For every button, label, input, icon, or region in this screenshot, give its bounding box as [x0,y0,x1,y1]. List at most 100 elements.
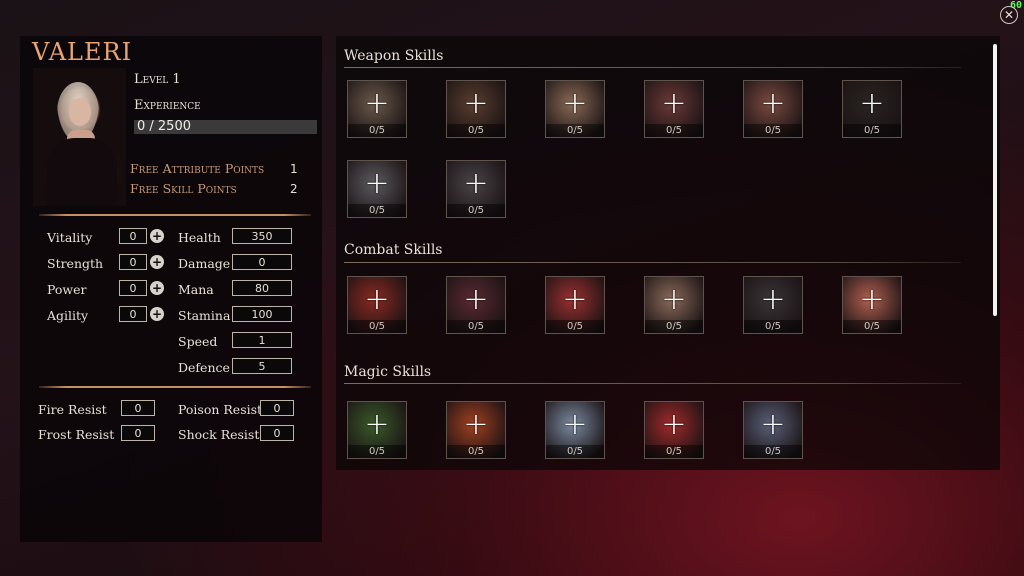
resist-label: Shock Resist [178,427,260,442]
skill-tile[interactable]: +0/5 [347,80,407,138]
attribute-label: Power [47,282,87,297]
increase-vitality-button[interactable]: + [150,229,164,243]
skill-tile[interactable]: +0/5 [644,80,704,138]
section-divider [344,262,961,263]
skill-tile[interactable]: +0/5 [446,401,506,459]
attribute-value: 0 [119,228,147,244]
close-icon[interactable]: ✕ [1000,6,1018,24]
free-attribute-points-label: Free Attribute Points [130,161,265,176]
section-divider [344,67,961,68]
resist-value: 0 [121,400,155,416]
skill-tile[interactable]: +0/5 [446,276,506,334]
free-skill-points-value: 2 [290,182,298,196]
skill-level-count: 0/5 [348,320,406,333]
character-panel: VALERI Level 1 Experience 0 / 2500 Free … [20,36,322,542]
stat-label: Health [178,230,221,245]
plus-icon: + [463,166,489,201]
increase-strength-button[interactable]: + [150,255,164,269]
section-divider [344,383,961,384]
stat-value: 1 [232,332,292,348]
skill-level-count: 0/5 [744,320,802,333]
skill-level-count: 0/5 [447,204,505,217]
plus-icon: + [463,86,489,121]
plus-icon: + [364,86,390,121]
plus-icon: + [661,407,687,442]
section-title-weapon: Weapon Skills [344,48,444,64]
skills-scrollbar[interactable] [993,44,997,316]
divider [39,386,311,388]
plus-icon: + [661,86,687,121]
skill-tile[interactable]: +0/5 [446,80,506,138]
plus-icon: + [463,282,489,317]
skill-level-count: 0/5 [843,124,901,137]
skill-tile[interactable]: +0/5 [644,401,704,459]
experience-label: Experience [134,98,201,113]
skill-tile[interactable]: +0/5 [347,401,407,459]
skill-level-count: 0/5 [546,445,604,458]
attribute-label: Agility [47,308,89,323]
skill-level-count: 0/5 [744,445,802,458]
skill-tile[interactable]: +0/5 [545,80,605,138]
resist-value: 0 [260,425,294,441]
resist-value: 0 [121,425,155,441]
skill-level-count: 0/5 [348,445,406,458]
skill-level-count: 0/5 [645,445,703,458]
section-title-magic: Magic Skills [344,364,432,380]
stat-label: Defence [178,360,230,375]
attribute-value: 0 [119,306,147,322]
level-label: Level 1 [134,72,181,87]
skill-level-count: 0/5 [348,124,406,137]
increase-agility-button[interactable]: + [150,307,164,321]
skill-tile[interactable]: +0/5 [743,80,803,138]
section-title-combat: Combat Skills [344,242,443,258]
character-portrait [33,68,126,206]
attribute-label: Strength [47,256,104,271]
skill-tile[interactable]: +0/5 [446,160,506,218]
plus-icon: + [562,407,588,442]
skill-tile[interactable]: +0/5 [347,276,407,334]
plus-icon: + [859,86,885,121]
skill-tile[interactable]: +0/5 [842,80,902,138]
skill-tile[interactable]: +0/5 [545,401,605,459]
skill-level-count: 0/5 [447,320,505,333]
plus-icon: + [661,282,687,317]
skill-level-count: 0/5 [744,124,802,137]
resist-value: 0 [260,400,294,416]
free-skill-points-label: Free Skill Points [130,181,237,196]
skill-tile[interactable]: +0/5 [644,276,704,334]
skill-tile[interactable]: +0/5 [842,276,902,334]
character-name: VALERI [32,38,133,66]
plus-icon: + [760,407,786,442]
plus-icon: + [760,86,786,121]
skill-tile[interactable]: +0/5 [743,401,803,459]
increase-power-button[interactable]: + [150,281,164,295]
free-attribute-points-value: 1 [290,162,298,176]
stat-value: 0 [232,254,292,270]
plus-icon: + [562,282,588,317]
skill-level-count: 0/5 [546,124,604,137]
skill-level-count: 0/5 [348,204,406,217]
attribute-label: Vitality [47,230,93,245]
plus-icon: + [364,282,390,317]
skill-tile[interactable]: +0/5 [743,276,803,334]
stat-label: Stamina [178,308,231,323]
stat-value: 350 [232,228,292,244]
plus-icon: + [364,407,390,442]
attribute-value: 0 [119,280,147,296]
skill-level-count: 0/5 [645,124,703,137]
stat-label: Mana [178,282,214,297]
skills-panel: Weapon Skills +0/5 +0/5 +0/5 +0/5 +0/5 +0/5 +0… [336,36,1000,470]
stat-value: 5 [232,358,292,374]
stat-label: Damage [178,256,231,271]
skill-level-count: 0/5 [645,320,703,333]
stat-value: 100 [232,306,292,322]
attribute-value: 0 [119,254,147,270]
resist-label: Frost Resist [38,427,115,442]
resist-label: Poison Resist [178,402,263,417]
skill-level-count: 0/5 [447,124,505,137]
skill-level-count: 0/5 [843,320,901,333]
divider [39,214,311,216]
skill-tile[interactable]: +0/5 [347,160,407,218]
plus-icon: + [562,86,588,121]
skill-tile[interactable]: +0/5 [545,276,605,334]
